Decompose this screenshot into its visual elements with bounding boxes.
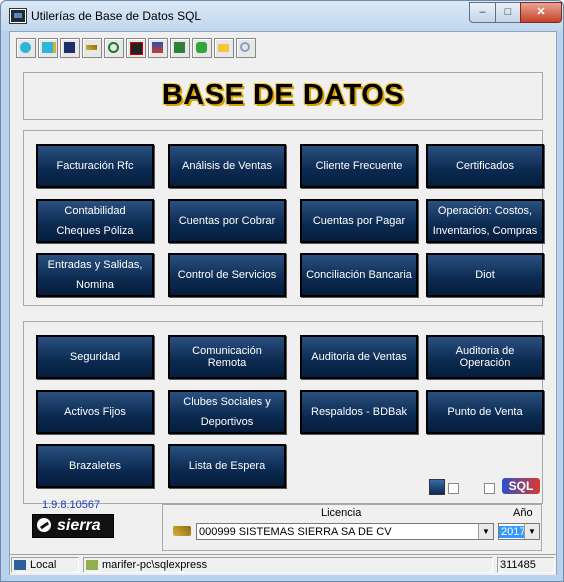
module-bottom-button-0[interactable]: Seguridad [36, 335, 154, 379]
application-window: Utilerías de Base de Datos SQL ‒ □ ✕ BAS… [0, 0, 564, 582]
folder-icon[interactable] [214, 38, 234, 58]
status-mode: Local [11, 557, 79, 573]
module-top-button-2[interactable]: Cliente Frecuente [300, 144, 418, 188]
module-bottom-button-1[interactable]: Comunicación Remota [168, 335, 286, 379]
banner-title: BASE DE DATOS [161, 79, 405, 111]
license-key-icon [173, 526, 191, 536]
module-bottom-button-6[interactable]: Respaldos - BDBak [300, 390, 418, 434]
chevron-down-icon[interactable]: ▼ [478, 524, 493, 539]
refresh-icon[interactable] [104, 38, 124, 58]
module-bottom-button-3[interactable]: Auditoria de Operación [426, 335, 544, 379]
stop-icon[interactable] [126, 38, 146, 58]
module-bottom-button-2[interactable]: Auditoria de Ventas [300, 335, 418, 379]
sierra-logo: sierra [32, 514, 114, 538]
minimize-button[interactable]: ‒ [469, 2, 496, 23]
version-label: 1.9.8.10567 [42, 499, 101, 511]
module-top-button-1[interactable]: Análisis de Ventas [168, 144, 286, 188]
license-label: Licencia [321, 507, 362, 519]
search-icon[interactable] [236, 38, 256, 58]
network-icon [14, 560, 26, 571]
print-icon[interactable] [170, 38, 190, 58]
sierra-logo-mark-icon [37, 518, 51, 532]
banner: BASE DE DATOS [23, 72, 543, 120]
status-server-text: marifer-pc\sqlexpress [102, 559, 208, 571]
chevron-down-icon[interactable]: ▼ [524, 524, 539, 539]
module-top-button-5[interactable]: Cuentas por Cobrar [168, 199, 286, 243]
module-bottom-button-9[interactable]: Lista de Espera [168, 444, 286, 488]
module-bottom-button-4[interactable]: Activos Fijos [36, 390, 154, 434]
modules-panel-bottom: Seguridad Comunicación Remota Auditoria de… [23, 321, 544, 504]
module-top-button-7[interactable]: Operación: Costos, Inventarios, Compras [426, 199, 544, 243]
status-bar: Local marifer-pc\sqlexpress 311485 [10, 554, 556, 575]
key-tile-icon[interactable] [429, 479, 445, 495]
recycle-icon[interactable] [192, 38, 212, 58]
status-server: marifer-pc\sqlexpress [83, 557, 493, 573]
module-top-button-6[interactable]: Cuentas por Pagar [300, 199, 418, 243]
module-top-button-4[interactable]: Contabilidad Cheques Póliza [36, 199, 154, 243]
key-icon[interactable] [82, 38, 102, 58]
year-select[interactable]: 2017 ▼ [498, 523, 540, 540]
status-code: 311485 [497, 557, 555, 573]
year-label: Año [513, 507, 533, 519]
module-bottom-button-8[interactable]: Brazaletes [36, 444, 154, 488]
main-client-area: BASE DE DATOS Facturación Rfc Análisis de… [9, 31, 557, 575]
maximize-button[interactable]: □ [495, 2, 521, 23]
edit-icon[interactable] [38, 38, 58, 58]
sql-badge: SQL [502, 478, 540, 494]
module-top-button-10[interactable]: Conciliación Bancaria [300, 253, 418, 297]
module-top-button-9[interactable]: Control de Servicios [168, 253, 286, 297]
module-top-button-3[interactable]: Certificados [426, 144, 544, 188]
license-select-value: 000999 SISTEMAS SIERRA SA DE CV [199, 526, 392, 538]
sierra-logo-text: sierra [57, 517, 101, 534]
module-top-button-8[interactable]: Entradas y Salidas, Nomina [36, 253, 154, 297]
title-bar[interactable]: Utilerías de Base de Datos SQL ‒ □ ✕ [1, 1, 563, 31]
module-top-button-11[interactable]: Diot [426, 253, 544, 297]
license-select[interactable]: 000999 SISTEMAS SIERRA SA DE CV ▼ [196, 523, 494, 540]
option-checkbox-left[interactable] [448, 483, 459, 494]
save-icon[interactable] [60, 38, 80, 58]
server-icon [86, 560, 98, 571]
window-title: Utilerías de Base de Datos SQL [31, 9, 202, 23]
new-icon[interactable] [16, 38, 36, 58]
module-bottom-button-7[interactable]: Punto de Venta [426, 390, 544, 434]
app-icon[interactable] [10, 9, 26, 23]
status-mode-text: Local [30, 559, 57, 571]
module-top-button-0[interactable]: Facturación Rfc [36, 144, 154, 188]
module-bottom-button-5[interactable]: Clubes Sociales y Deportivos [168, 390, 286, 434]
modules-panel-top: Facturación Rfc Análisis de Ventas Cliente… [23, 130, 544, 306]
option-checkbox-right[interactable] [484, 483, 495, 494]
close-button[interactable]: ✕ [520, 2, 562, 23]
users-icon[interactable] [148, 38, 168, 58]
